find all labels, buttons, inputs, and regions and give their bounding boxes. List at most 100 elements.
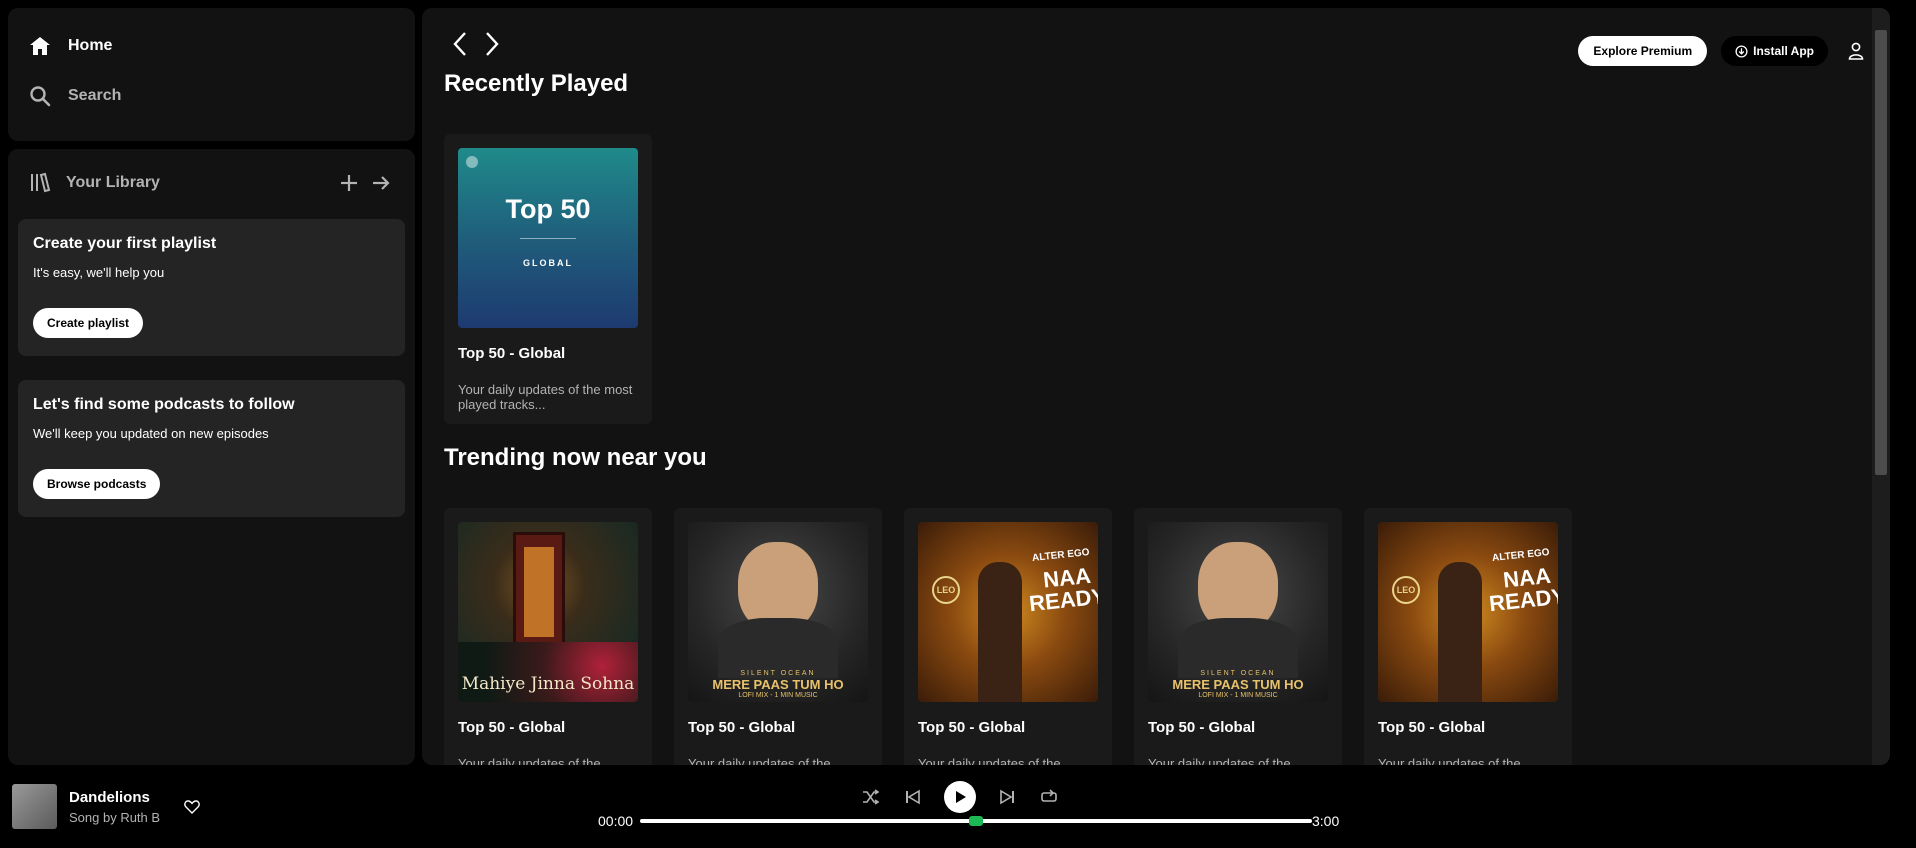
install-app-label: Install App: [1753, 44, 1814, 58]
main-content: Explore Premium Install App Recently Pla…: [422, 8, 1890, 765]
song-title[interactable]: Dandelions: [69, 789, 160, 806]
nav-home-label: Home: [68, 37, 113, 54]
cover-top-text: ALTER EGO: [1491, 547, 1551, 564]
card-title: Top 50 - Global: [1378, 719, 1486, 736]
figure-art: [978, 562, 1022, 702]
create-playlist-heading: Create your first playlist: [33, 235, 217, 252]
card-description: Your daily updates of the: [918, 756, 1061, 765]
trending-card[interactable]: LEO ALTER EGO NAA READY Top 50 - Global …: [1364, 508, 1572, 765]
player-bar: Dandelions Song by Ruth B 00:00 3:00: [0, 765, 1916, 848]
cover-top-text: SILENT OCEAN: [1200, 670, 1276, 677]
download-circle-icon: [1735, 44, 1748, 58]
playlist-cover: Top 50 GLOBAL: [458, 148, 638, 328]
cover-text: Mahiye Jinna Sohna: [461, 674, 635, 694]
album-cover: Mahiye Jinna Sohna: [458, 522, 638, 702]
recently-played-title: Recently Played: [444, 70, 629, 97]
progress: 00:00 3:00: [598, 813, 1354, 829]
card-description: Your daily updates of the: [458, 756, 601, 765]
trending-card[interactable]: SILENT OCEAN MERE PAAS TUM HO LOFI MIX -…: [1134, 508, 1342, 765]
scrollbar-thumb[interactable]: [1875, 30, 1887, 475]
cover-title: Top 50: [505, 194, 591, 224]
scrollbar[interactable]: [1872, 8, 1890, 765]
shuffle-icon[interactable]: [860, 786, 882, 808]
cover-text: NAA READY: [1027, 562, 1098, 617]
playback-controls: [860, 781, 1060, 813]
browse-podcasts-button[interactable]: Browse podcasts: [33, 469, 161, 499]
card-description: Your daily updates of the most played tr…: [458, 382, 633, 412]
cover-sub-text: LOFI MIX - 1 MIN MUSIC: [738, 692, 818, 699]
cover-top-text: SILENT OCEAN: [740, 670, 816, 677]
recently-played-row: Top 50 GLOBAL Top 50 - Global Your daily…: [444, 134, 652, 424]
create-playlist-card: Create your first playlist It's easy, we…: [18, 219, 405, 356]
next-icon[interactable]: [996, 786, 1018, 808]
album-cover: SILENT OCEAN MERE PAAS TUM HO LOFI MIX -…: [688, 522, 868, 702]
cover-sub-text: LOFI MIX - 1 MIN MUSIC: [1198, 692, 1278, 699]
cover-badge: LEO: [1392, 576, 1420, 604]
album-cover: SILENT OCEAN MERE PAAS TUM HO LOFI MIX -…: [1148, 522, 1328, 702]
nav-home[interactable]: Home: [28, 32, 395, 60]
phone-booth-art: [513, 532, 565, 652]
topbar: Explore Premium Install App: [442, 26, 1870, 66]
repeat-icon[interactable]: [1038, 786, 1060, 808]
chevron-left-icon[interactable]: [450, 30, 470, 58]
card-title: Top 50 - Global: [458, 719, 566, 736]
trending-title: Trending now near you: [444, 444, 707, 471]
nav-search-label: Search: [68, 87, 122, 104]
library-panel: Your Library Create your first playlist …: [8, 149, 415, 765]
add-icon[interactable]: [335, 169, 363, 197]
spotify-logo-icon: [466, 156, 478, 168]
now-playing-meta: Dandelions Song by Ruth B: [69, 789, 160, 825]
album-cover: LEO ALTER EGO NAA READY: [1378, 522, 1558, 702]
cover-subtitle: GLOBAL: [523, 258, 573, 268]
trending-row: Mahiye Jinna Sohna Top 50 - Global Your …: [444, 508, 1572, 765]
trending-card[interactable]: Mahiye Jinna Sohna Top 50 - Global Your …: [444, 508, 652, 765]
podcasts-subtext: We'll keep you updated on new episodes: [33, 426, 269, 441]
now-playing: Dandelions Song by Ruth B: [12, 784, 202, 829]
trending-card[interactable]: SILENT OCEAN MERE PAAS TUM HO LOFI MIX -…: [674, 508, 882, 765]
progress-knob[interactable]: [969, 816, 983, 826]
card-description: Your daily updates of the: [688, 756, 831, 765]
podcasts-heading: Let's find some podcasts to follow: [33, 396, 295, 413]
search-icon: [30, 86, 51, 107]
playlist-card[interactable]: Top 50 GLOBAL Top 50 - Global Your daily…: [444, 134, 652, 424]
card-title: Top 50 - Global: [688, 719, 796, 736]
card-title: Top 50 - Global: [1148, 719, 1256, 736]
user-icon[interactable]: [1842, 37, 1870, 65]
library-icon[interactable]: [28, 171, 52, 195]
explore-premium-button[interactable]: Explore Premium: [1578, 36, 1708, 66]
elapsed-time: 00:00: [598, 813, 634, 829]
progress-bar[interactable]: [640, 816, 1312, 826]
play-button[interactable]: [944, 781, 976, 813]
library-header: Your Library: [18, 165, 405, 201]
album-cover: LEO ALTER EGO NAA READY: [918, 522, 1098, 702]
nav-search[interactable]: Search: [28, 82, 395, 110]
heart-icon[interactable]: [182, 797, 202, 817]
card-title: Top 50 - Global: [918, 719, 1026, 736]
library-title[interactable]: Your Library: [66, 174, 331, 192]
topbar-actions: Explore Premium Install App: [1578, 36, 1870, 66]
trending-card[interactable]: LEO ALTER EGO NAA READY Top 50 - Global …: [904, 508, 1112, 765]
chevron-right-icon[interactable]: [482, 30, 502, 58]
card-description: Your daily updates of the: [1378, 756, 1521, 765]
previous-icon[interactable]: [902, 786, 924, 808]
create-playlist-subtext: It's easy, we'll help you: [33, 265, 165, 280]
cover-text: MERE PAAS TUM HO: [712, 677, 844, 692]
now-playing-cover[interactable]: [12, 784, 57, 829]
card-description: Your daily updates of the: [1148, 756, 1291, 765]
cover-badge: LEO: [932, 576, 960, 604]
card-title: Top 50 - Global: [458, 345, 566, 362]
install-app-button[interactable]: Install App: [1721, 36, 1828, 66]
song-artist[interactable]: Song by Ruth B: [69, 810, 160, 825]
history-nav: [450, 30, 502, 58]
duration-time: 3:00: [1312, 813, 1340, 829]
home-icon: [30, 37, 50, 55]
cover-divider: [520, 238, 576, 239]
podcasts-card: Let's find some podcasts to follow We'll…: [18, 380, 405, 517]
figure-art: [1438, 562, 1482, 702]
create-playlist-button[interactable]: Create playlist: [33, 308, 144, 338]
sidebar: Home Search Your Library Create your fir…: [8, 8, 415, 765]
cover-text: MERE PAAS TUM HO: [1172, 677, 1304, 692]
nav-panel: Home Search: [8, 8, 415, 141]
cover-top-text: ALTER EGO: [1031, 547, 1091, 564]
arrow-right-icon[interactable]: [367, 169, 395, 197]
